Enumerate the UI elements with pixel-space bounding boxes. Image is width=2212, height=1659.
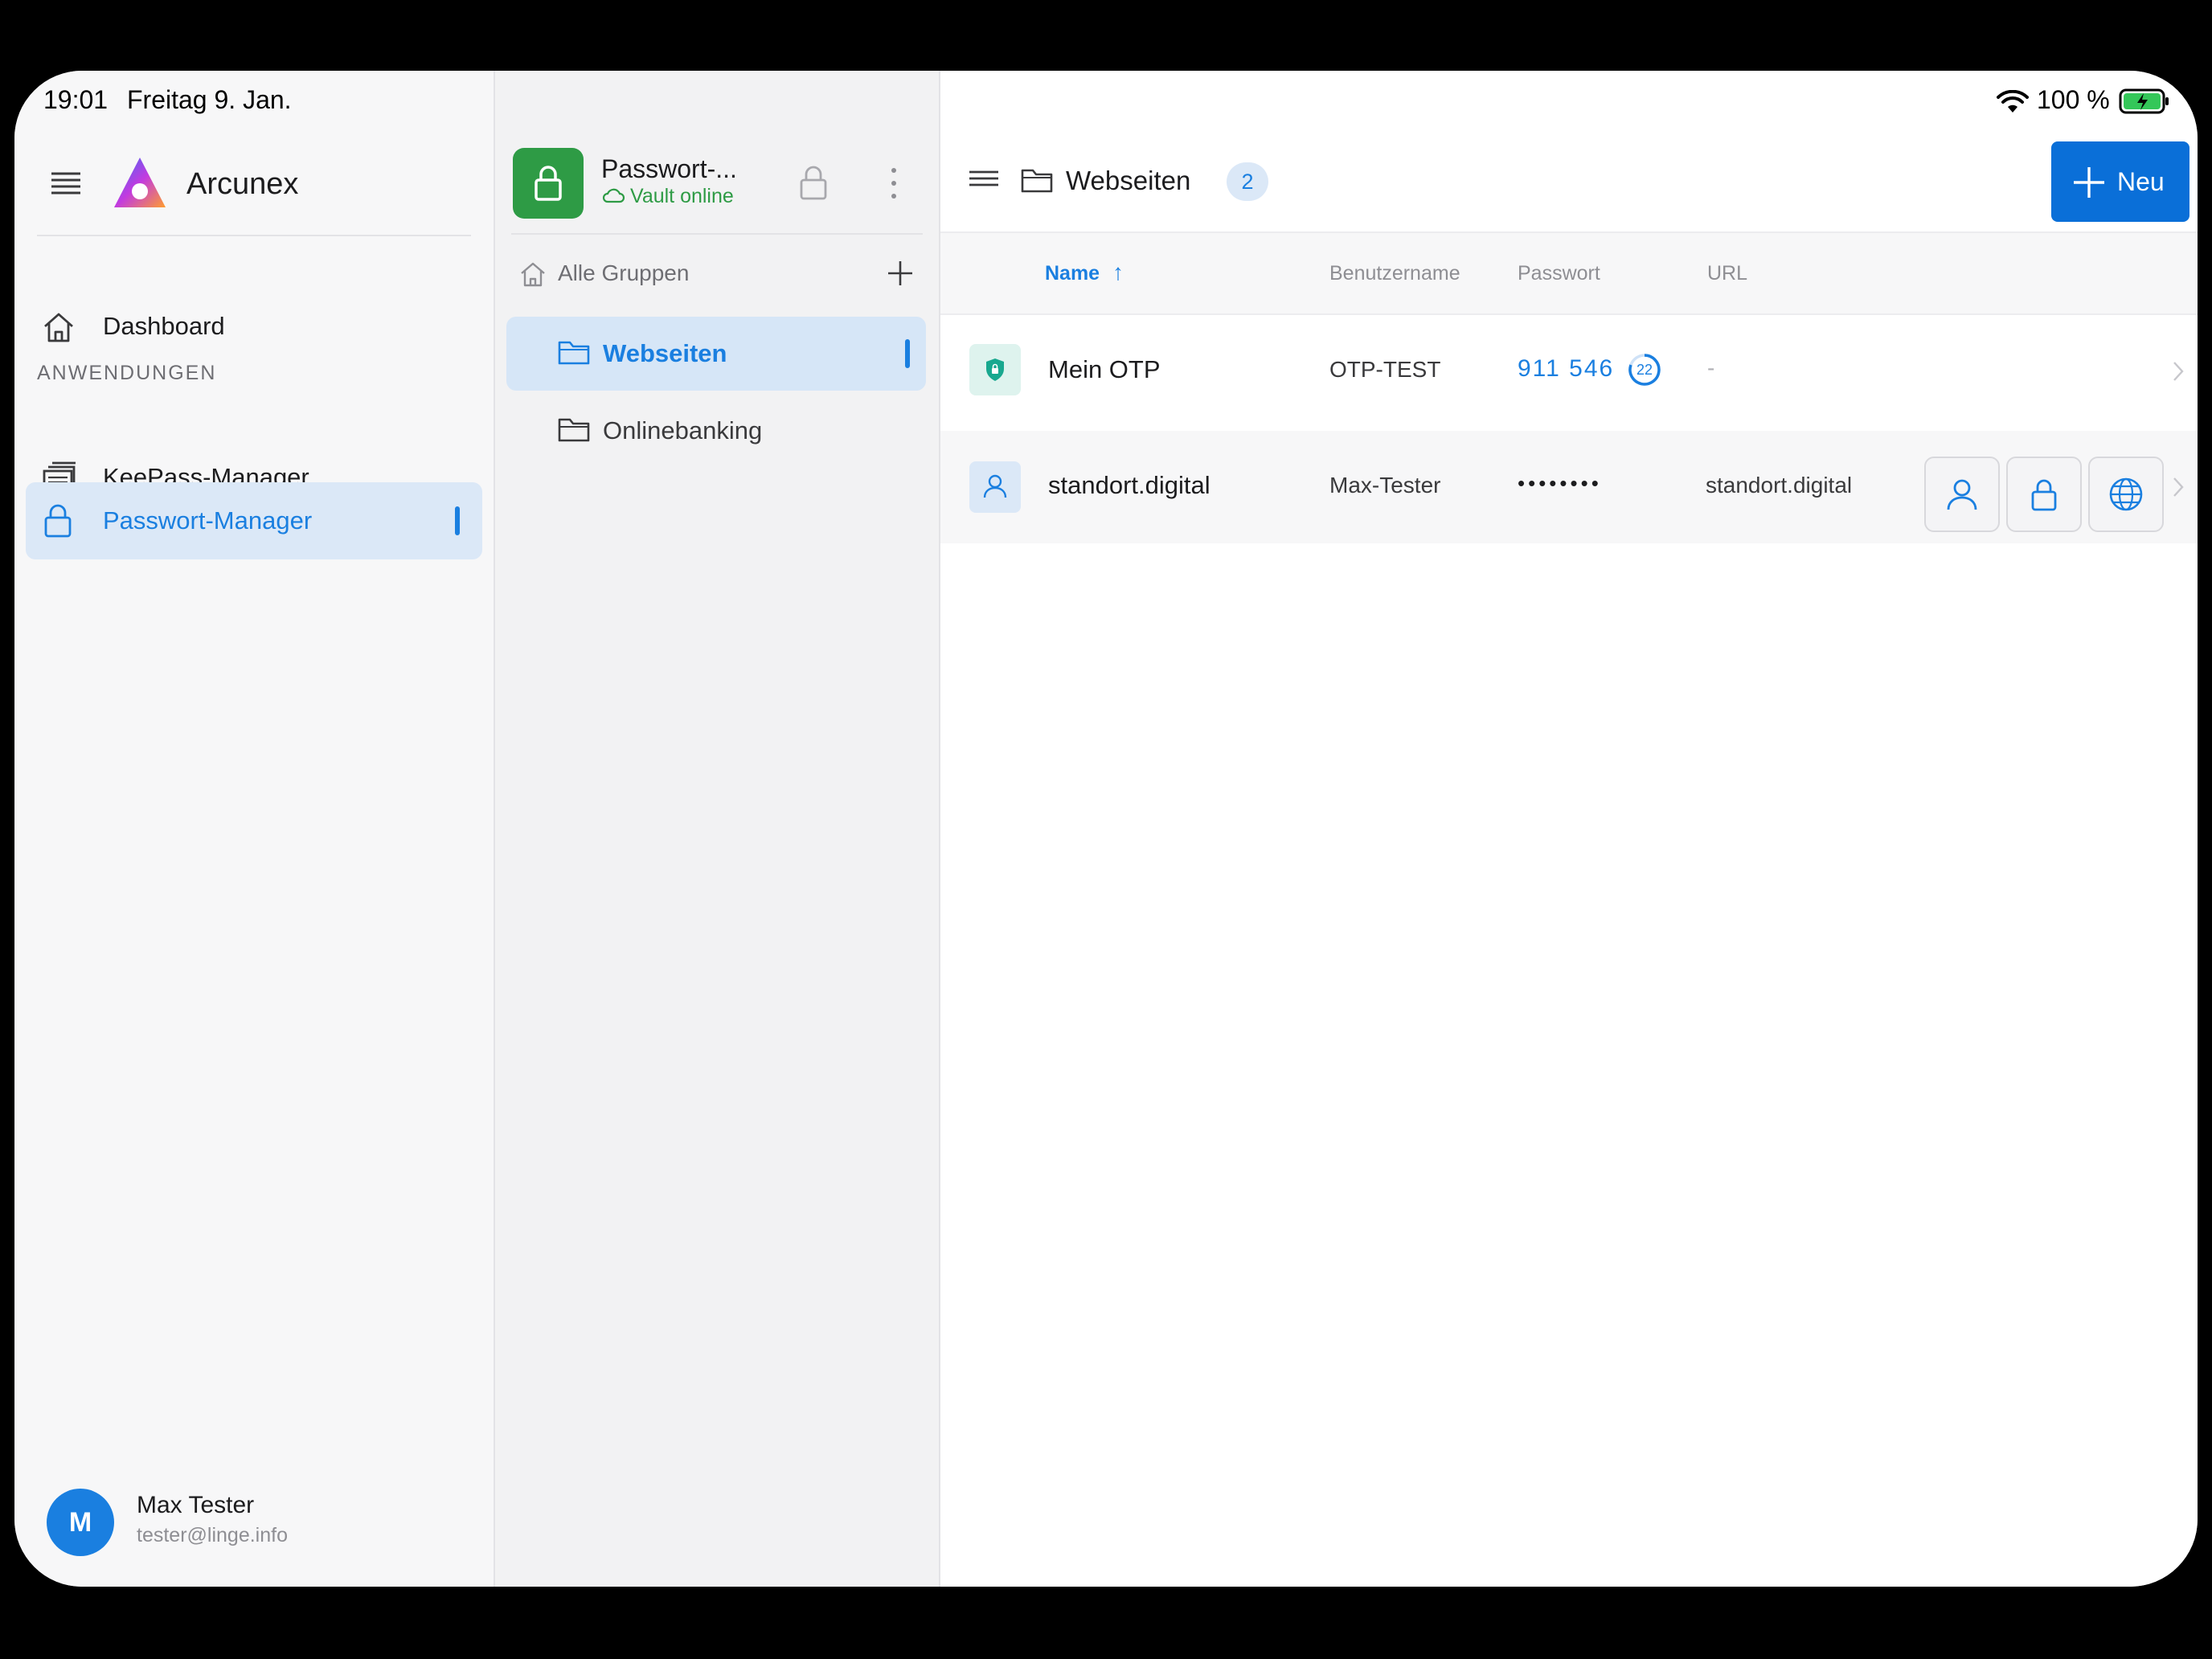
entry-name: Mein OTP xyxy=(1048,355,1161,383)
divider xyxy=(511,233,923,235)
avatar[interactable]: M xyxy=(47,1489,114,1556)
column-header-url[interactable]: URL xyxy=(1707,262,1747,285)
menu-icon[interactable] xyxy=(50,167,88,206)
more-options-icon[interactable] xyxy=(889,166,899,201)
main-panel: Webseiten 2 Neu Name ↑ Benutzername Pass… xyxy=(940,71,2198,1587)
list-menu-icon[interactable] xyxy=(968,169,1000,193)
chevron-right-icon[interactable] xyxy=(2172,476,2185,498)
active-indicator xyxy=(455,506,460,535)
entry-url[interactable]: standort.digital xyxy=(1706,473,1852,498)
sidebar-item-passwort-manager[interactable]: Passwort-Manager xyxy=(26,482,482,559)
entry-username: OTP-TEST xyxy=(1329,357,1441,382)
column-header-name[interactable]: Name xyxy=(1045,262,1100,285)
user-email: tester@linge.info xyxy=(137,1524,288,1546)
group-item-webseiten[interactable]: Webseiten xyxy=(506,317,926,391)
table-row[interactable]: Mein OTP OTP-TEST 911 546 22 - xyxy=(940,315,2198,428)
folder-icon xyxy=(558,416,590,442)
entry-count-badge: 2 xyxy=(1227,162,1268,201)
chevron-right-icon[interactable] xyxy=(2172,360,2185,383)
table-row[interactable]: standort.digital Max-Tester •••••••• sta… xyxy=(940,431,2198,543)
cloud-icon xyxy=(601,186,625,204)
otp-seconds: 22 xyxy=(1636,362,1653,378)
groups-panel: Passwort-... Vault online Alle Gruppen W… xyxy=(495,71,940,1587)
page-title: Webseiten xyxy=(1066,166,1191,195)
entry-url: - xyxy=(1707,355,1715,380)
all-groups-link[interactable]: Alle Gruppen xyxy=(558,260,689,286)
vault-status: Vault online xyxy=(630,185,734,207)
sort-ascending-icon[interactable]: ↑ xyxy=(1112,260,1124,285)
arcunex-logo xyxy=(111,154,169,212)
new-entry-label: Neu xyxy=(2117,167,2165,196)
status-time: 19:01 xyxy=(43,85,109,114)
group-item-onlinebanking[interactable]: Onlinebanking xyxy=(506,394,926,468)
sidebar-item-label: Dashboard xyxy=(103,312,225,340)
lock-icon xyxy=(42,503,74,539)
battery-icon xyxy=(2119,88,2170,114)
column-header-password[interactable]: Passwort xyxy=(1518,262,1600,285)
add-group-icon[interactable] xyxy=(886,259,915,288)
folder-icon xyxy=(558,339,590,365)
sidebar-item-label: Passwort-Manager xyxy=(103,506,313,535)
copy-password-button[interactable] xyxy=(2006,457,2082,532)
user-icon xyxy=(969,461,1021,513)
home-icon xyxy=(42,310,76,344)
app-name: Arcunex xyxy=(186,167,299,201)
open-url-button[interactable] xyxy=(2088,457,2164,532)
active-indicator xyxy=(905,339,910,368)
group-label: Onlinebanking xyxy=(603,416,763,444)
entry-name: standort.digital xyxy=(1048,471,1210,499)
sidebar: Arcunex Dashboard ANWENDUNGEN KeePass-Ma… xyxy=(14,71,495,1587)
status-bar: 19:01 Freitag 9. Jan. 100 % xyxy=(14,71,2198,143)
otp-code[interactable]: 911 546 xyxy=(1518,355,1614,383)
masked-password: •••••••• xyxy=(1518,471,1602,495)
ipad-screen: 19:01 Freitag 9. Jan. 100 % Arcunex Dash… xyxy=(14,71,2198,1587)
status-date: Freitag 9. Jan. xyxy=(127,85,292,114)
wifi-icon xyxy=(1997,90,2029,114)
home-icon xyxy=(519,260,547,288)
lock-vault-icon[interactable] xyxy=(797,164,830,201)
new-entry-button[interactable]: Neu xyxy=(2051,141,2189,222)
section-label: ANWENDUNGEN xyxy=(37,362,217,384)
battery-percent: 100 % xyxy=(2037,85,2110,114)
entry-username: Max-Tester xyxy=(1329,473,1441,498)
otp-timer: 22 xyxy=(1627,352,1662,387)
column-header-username[interactable]: Benutzername xyxy=(1329,262,1460,285)
copy-username-button[interactable] xyxy=(1924,457,2000,532)
otp-shield-icon xyxy=(969,344,1021,395)
group-label: Webseiten xyxy=(603,339,727,367)
plus-icon xyxy=(2072,166,2106,199)
vault-icon[interactable] xyxy=(513,148,584,219)
sidebar-item-dashboard[interactable]: Dashboard xyxy=(26,288,482,365)
vault-title[interactable]: Passwort-... xyxy=(601,154,737,184)
folder-icon xyxy=(1021,167,1053,193)
user-name: Max Tester xyxy=(137,1492,255,1518)
divider xyxy=(37,235,471,236)
